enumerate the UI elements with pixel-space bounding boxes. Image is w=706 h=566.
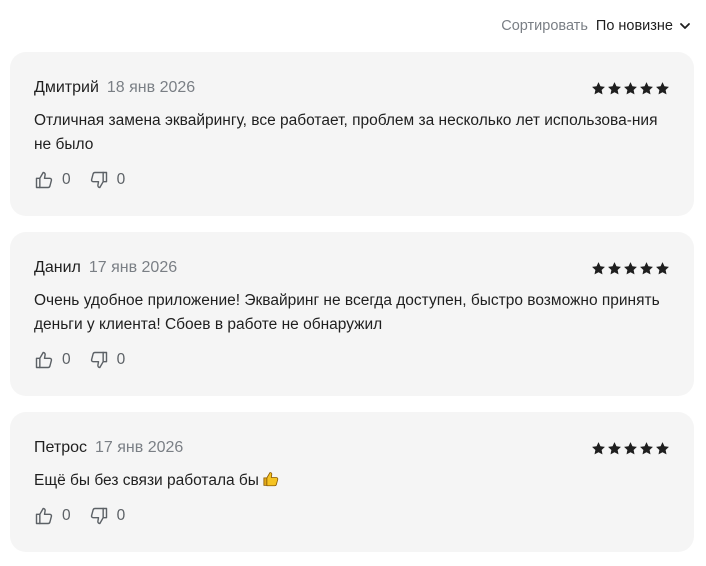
review-header: Петрос 17 янв 2026 (34, 438, 670, 458)
star-icon (639, 261, 654, 276)
review-text: Очень удобное приложение! Эквайринг не в… (34, 289, 670, 337)
review-card: Данил 17 янв 2026 Очень удобное приложен… (10, 232, 694, 396)
reviews-list: Дмитрий 18 янв 2026 Отличная замена эква… (10, 52, 694, 552)
sort-bar: Сортировать По новизне (501, 16, 692, 36)
star-icon (623, 81, 638, 96)
chevron-down-icon (678, 19, 692, 33)
dislike-count: 0 (116, 171, 126, 188)
review-author: Петрос (34, 439, 87, 456)
dislike-button[interactable]: 0 (89, 170, 126, 190)
thumbs-down-icon (89, 506, 109, 526)
thumbs-up-icon (34, 506, 54, 526)
sort-dropdown[interactable]: По новизне (596, 18, 692, 34)
review-text: Отличная замена эквайрингу, все работает… (34, 109, 670, 157)
thumbs-up-emoji-icon (262, 470, 280, 488)
thumbs-down-icon (89, 170, 109, 190)
rating-stars (591, 81, 670, 96)
review-header: Данил 17 янв 2026 (34, 258, 670, 278)
star-icon (591, 261, 606, 276)
like-count: 0 (62, 351, 71, 368)
rating-stars (591, 441, 670, 456)
review-card: Петрос 17 янв 2026 Ещё бы без связи рабо… (10, 412, 694, 552)
dislike-button[interactable]: 0 (89, 506, 126, 526)
thumbs-down-icon (89, 350, 109, 370)
review-date: 17 янв 2026 (95, 439, 184, 456)
sort-label: Сортировать (501, 18, 588, 34)
thumbs-up-icon (34, 350, 54, 370)
star-icon (655, 261, 670, 276)
review-text-content: Отличная замена эквайрингу, все работает… (34, 112, 658, 153)
review-date: 18 янв 2026 (106, 79, 196, 96)
review-text-content: Ещё бы без связи работала бы (34, 472, 259, 489)
star-icon (591, 441, 606, 456)
star-icon (639, 441, 654, 456)
like-button[interactable]: 0 (34, 350, 71, 370)
dislike-count: 0 (116, 351, 126, 368)
review-text-content: Очень удобное приложение! Эквайринг не в… (34, 292, 660, 333)
like-count: 0 (62, 171, 71, 188)
star-icon (655, 81, 670, 96)
thumbs-up-icon (34, 170, 54, 190)
review-text: Ещё бы без связи работала бы (34, 469, 670, 493)
star-icon (607, 441, 622, 456)
star-icon (607, 261, 622, 276)
star-icon (639, 81, 654, 96)
dislike-button[interactable]: 0 (89, 350, 126, 370)
review-author: Дмитрий (34, 79, 99, 96)
review-date: 17 янв 2026 (88, 259, 178, 276)
review-card: Дмитрий 18 янв 2026 Отличная замена эква… (10, 52, 694, 216)
review-header: Дмитрий 18 янв 2026 (34, 78, 670, 98)
review-votes: 0 0 (34, 350, 143, 370)
review-votes: 0 0 (34, 170, 143, 190)
dislike-count: 0 (116, 507, 126, 524)
star-icon (623, 441, 638, 456)
star-icon (591, 81, 606, 96)
star-icon (655, 441, 670, 456)
rating-stars (591, 261, 670, 276)
star-icon (607, 81, 622, 96)
like-count: 0 (62, 507, 71, 524)
like-button[interactable]: 0 (34, 170, 71, 190)
sort-selected-value: По новизне (595, 18, 673, 34)
like-button[interactable]: 0 (34, 506, 71, 526)
star-icon (623, 261, 638, 276)
review-votes: 0 0 (34, 506, 143, 526)
review-author: Данил (34, 259, 81, 276)
